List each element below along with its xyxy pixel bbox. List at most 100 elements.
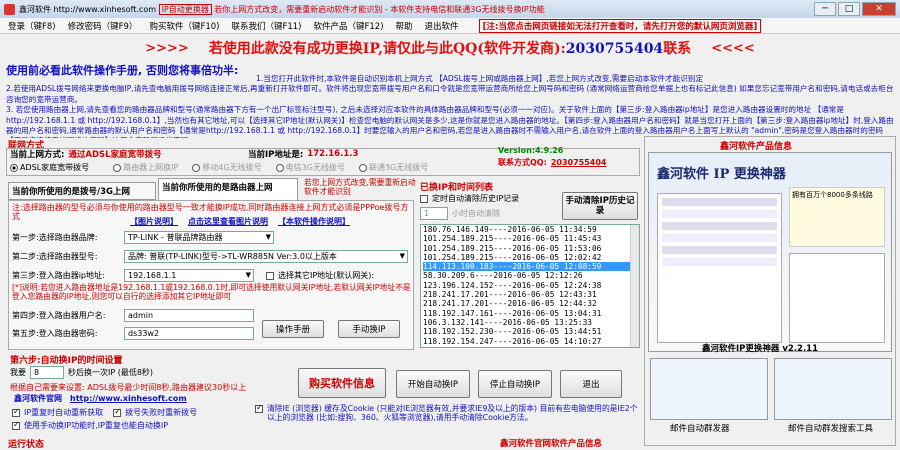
notice-line-2: 2.若使用ADSL拨号网络来更换电脑IP,请先查电脑用拨号网络连接正常后,再重新… [6,84,894,104]
redial-label: 拨号失败时重新拨号 [125,408,198,417]
clear-cookie-checkbox[interactable] [255,403,263,413]
close-button[interactable]: ✕ [862,2,896,16]
manual-repeat-checkbox[interactable] [12,420,20,430]
tab-dialup[interactable]: 当前你所使用的是拨号/3G上网 [8,182,156,200]
list-item[interactable]: 218.241.17.201----2016-06-05 12:43:31 [423,290,639,299]
radio-unicom-3g[interactable]: 联通3G无线拨号 [358,162,429,173]
small-product-2[interactable] [774,358,892,420]
redial-checkbox[interactable] [113,407,122,417]
notice-block: 1.当您打开此软件时,本软件是自动识别本机上网方式 【ADSL拨号上网或路由器上… [6,74,894,138]
list-item-selected[interactable]: 114.113.100.183----2016-06-05 12:08:59 [423,262,639,272]
title-prefix: 鑫河软件 http://www.xinhesoft.com [19,4,157,14]
history-label: 已换IP和时间列表 [420,183,493,193]
list-item[interactable]: 118.192.154.247----2016-06-05 14:10:27 [423,337,639,346]
router-username-input[interactable]: admin [124,309,254,322]
clear-history-button[interactable]: 手动清除IP历史记录 [562,192,638,220]
preview-bar [662,198,777,206]
list-item[interactable]: 101.254.189.215----2016-06-05 11:45:43 [423,234,639,243]
list-item[interactable]: 218.241.17.201----2016-06-05 12:44:32 [423,299,639,308]
small-product-1-label: 邮件自动群发器 [670,424,730,434]
radio-telecom-label: 电信3G无线拨号 [285,163,345,172]
list-scrollbar[interactable] [630,225,639,347]
maximize-button[interactable]: □ [838,2,860,16]
repeat-refetch-label: IP重复时自动重新获取 [24,408,104,417]
product-screenshot[interactable]: 鑫河软件 IP 更换神器 拥有百万个8000多条线路 [648,152,892,352]
radio-adsl[interactable]: ADSL家庭宽带拨号 [10,162,89,173]
radio-router[interactable]: 路由器上网换IP [113,162,178,173]
hours-input[interactable]: 1 [420,207,448,220]
interval-suffix: 秒后换一次IP (最低8秒) [68,368,154,377]
ip-history-list[interactable]: 180.76.146.149----2016-06-05 11:34:59 10… [420,224,640,348]
radio-4g[interactable]: 移动4G无线拨号 [192,162,262,173]
step2-label: 第二步:选择路由器型号: [12,252,98,261]
radio-unicom-label: 联通3G无线拨号 [368,163,429,172]
minimize-button[interactable]: ─ [814,2,836,16]
site-label: 鑫河软件官网 [14,394,62,403]
site-row: 鑫河软件官网 http://www.xinhesoft.com [14,393,187,404]
step4-row: 第四步:登入路由器用户名: admin [12,309,254,322]
step1-row: 第一步:选择路由器品牌: TP-LINK - 普联品牌路由器 [12,231,274,244]
router-note: [*]说明:若您进入路由器地址是192.168.1.1或192.168.0.1时… [12,283,411,301]
step4-label: 第四步:登入路由器用户名: [12,311,106,320]
status-label: 运行状态 [8,440,45,450]
exit-button[interactable]: 退出 [560,370,622,398]
link-view-photo[interactable]: 点击这里查看图片说明 [188,216,268,227]
banner-qq: 2030755404 [565,41,664,57]
step5-row: 第五步:登入路由器密码: ds33w2 [12,327,254,340]
tab-router[interactable]: 当前你所使用的是路由器上网 [158,178,298,200]
stop-auto-button[interactable]: 停止自动换IP [478,370,552,398]
list-item[interactable]: 118.192.152.230----2016-06-05 13:44:51 [423,327,639,336]
small-product-2-label: 邮件自动群发搜索工具 [788,424,874,434]
step2-row: 第二步:选择路由器型号: 品牌: 普联(TP-LINK)型号->TL-WR885… [12,250,408,263]
manual-button[interactable]: 操作手册 [262,320,324,338]
menu-help[interactable]: 帮助 [396,20,413,32]
preview-bar [662,210,777,218]
current-ip-label: 当前IP地址是: [248,150,304,160]
router-links: 【图片说明】 点击这里查看图片说明 【本软件操作说明】 [130,216,350,227]
radio-adsl-label: ADSL家庭宽带拨号 [20,163,90,172]
list-item[interactable]: 118.192.147.161----2016-06-05 13:04:31 [423,309,639,318]
link-photo[interactable]: 【图片说明】 [130,216,178,227]
brand-select[interactable]: TP-LINK - 普联品牌路由器 [124,231,274,244]
menu-exit[interactable]: 退出软件 [425,20,459,32]
auto-clear-checkbox[interactable] [420,194,428,203]
list-item[interactable]: 123.196.124.152----2016-06-05 12:24:38 [423,281,639,290]
notice-line-3: 3. 若您使用路由器上网,请先查看您的路由器品牌和型号(通常路由器下方有一个出厂… [6,105,894,138]
buy-info-button[interactable]: 购买软件信息 [298,368,386,398]
radio-router-indicator [113,163,122,172]
hours-suffix: 小时自动清除 [452,209,500,218]
manual-change-ip-button[interactable]: 手动换IP [338,320,400,338]
interval-input[interactable]: 8 [30,366,64,379]
site-link[interactable]: http://www.xinhesoft.com [70,394,187,403]
menu-login[interactable]: 登录（键F8) [8,20,56,32]
list-item[interactable]: 58.30.209.6----2016-06-05 12:12:26 [423,271,639,280]
contact-label: 联系方式QQ: [498,158,547,167]
list-item[interactable]: 180.76.146.149----2016-06-05 11:34:59 [423,225,639,234]
list-item[interactable]: 101.254.189.215----2016-06-05 11:53:06 [423,244,639,253]
menu-change-password[interactable]: 修改密码（键F9） [68,20,138,32]
window-title: 鑫河软件 http://www.xinhesoft.com IP自动更换器 若你… [19,3,810,15]
title-bar: 鑫河软件 http://www.xinhesoft.com IP自动更换器 若你… [0,0,900,18]
model-select[interactable]: 品牌: 普联(TP-LINK)型号->TL-WR885N Ver:3.0以上版本 [124,250,408,263]
interval-row: 我要 8 秒后换一次IP (最低8秒) [10,366,153,379]
start-auto-button[interactable]: 开始自动换IP [396,370,470,398]
current-ip: 当前IP地址是: 172.16.1.3 [248,148,358,160]
router-ip-select[interactable]: 192.168.1.1 [124,269,254,282]
small-product-1[interactable] [650,358,768,420]
link-manual[interactable]: 【本软件操作说明】 [278,216,350,227]
current-mode: 当前上网方式: 通过ADSL家庭宽带拨号 [10,148,162,160]
menu-products[interactable]: 软件产品（键F12) [314,20,384,32]
radio-unicom-indicator [358,163,367,172]
menu-contact[interactable]: 联系我们（键F11) [231,20,301,32]
list-item[interactable]: 106.3.132.141----2016-06-05 13:25:33 [423,318,639,327]
radio-telecom-3g[interactable]: 电信3G无线拨号 [275,162,345,173]
other-ip-checkbox[interactable] [266,271,274,280]
chk-row-2: 使用手动换IP功能时,IP重复也能自动换IP [12,420,168,431]
repeat-refetch-checkbox[interactable] [12,407,20,417]
banner-text-end: 联系 [663,41,692,57]
menu-buy[interactable]: 购买软件（键F10) [149,20,219,32]
app-icon [4,3,15,15]
router-password-input[interactable]: ds33w2 [124,327,254,340]
contact-qq[interactable]: 2030755404 [551,158,607,167]
list-item[interactable]: 101.254.189.215----2016-06-05 12:02:42 [423,253,639,262]
